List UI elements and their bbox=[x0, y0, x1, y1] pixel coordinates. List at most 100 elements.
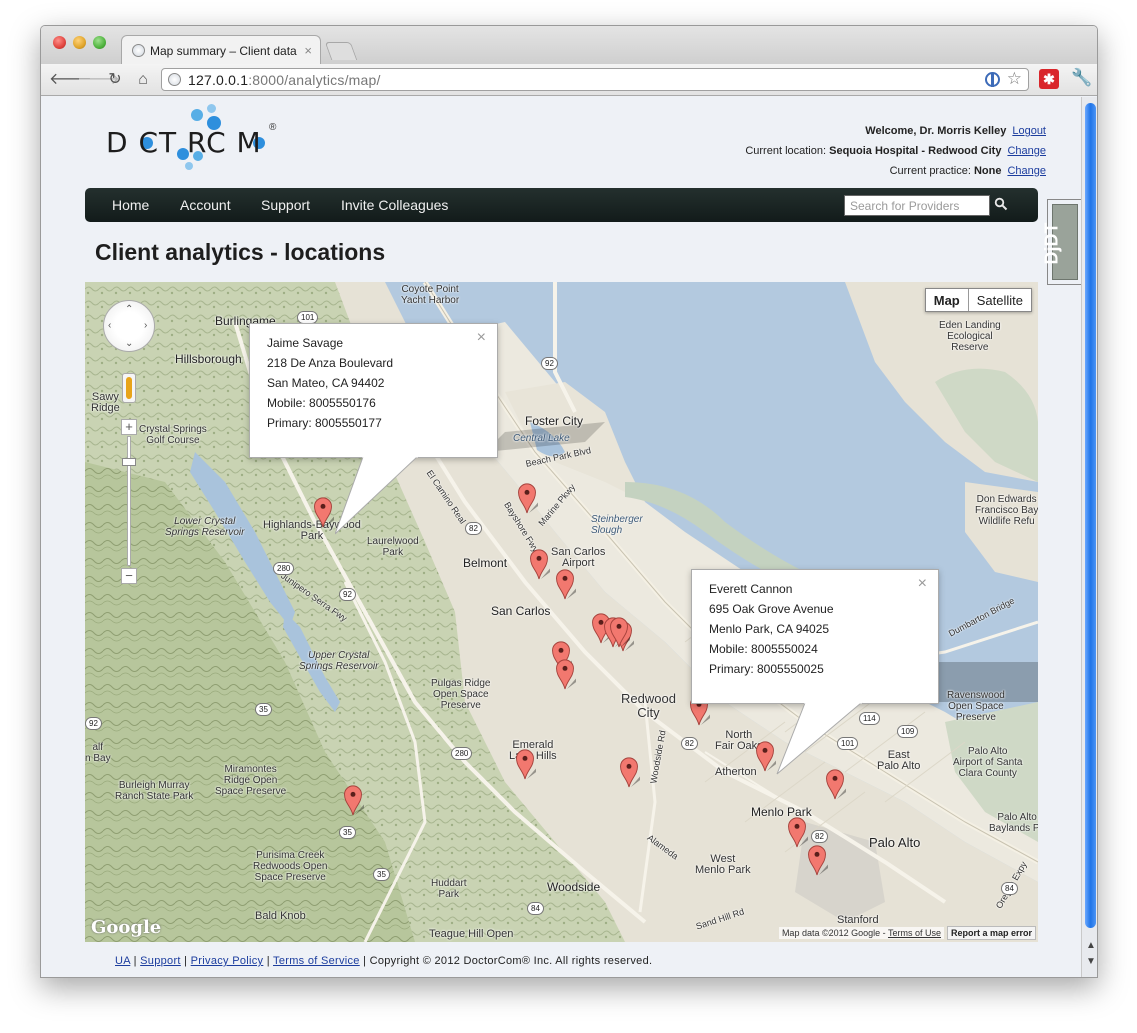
client-primary: Primary: 8005550177 bbox=[267, 416, 382, 430]
terms-of-use-link[interactable]: Terms of Use bbox=[888, 928, 941, 938]
client-location-marker[interactable] bbox=[786, 816, 808, 848]
report-map-error-link[interactable]: Report a map error bbox=[946, 926, 1036, 940]
label-hillsborough: Hillsborough bbox=[175, 352, 242, 366]
label-san-carlos: San Carlos bbox=[491, 604, 551, 618]
client-location-marker[interactable] bbox=[312, 496, 334, 528]
label-half-moon-bay: alf n Bay bbox=[85, 742, 111, 764]
scrollbar-thumb[interactable] bbox=[1085, 103, 1096, 928]
zoom-out-button[interactable]: − bbox=[121, 568, 137, 584]
info-window-tail bbox=[335, 456, 419, 535]
welcome-line: Welcome, Dr. Morris Kelley Logout bbox=[865, 125, 1046, 137]
close-tab-icon[interactable]: × bbox=[304, 43, 312, 58]
client-location-marker[interactable] bbox=[618, 756, 640, 788]
doctorcom-logo[interactable]: D CT RC M ® bbox=[103, 102, 283, 172]
label-redwood-city: Redwood City bbox=[621, 691, 676, 720]
pan-down-icon[interactable]: ⌄ bbox=[125, 338, 133, 349]
zoom-slider-thumb[interactable] bbox=[122, 458, 136, 466]
wrench-menu-icon[interactable]: 🔧 bbox=[1071, 68, 1092, 88]
pan-right-icon[interactable]: › bbox=[144, 320, 147, 331]
address-bar[interactable]: 127.0.0.1:8000/analytics/map/ ☆ bbox=[161, 68, 1029, 91]
close-window-button[interactable] bbox=[53, 36, 66, 49]
change-location-link[interactable]: Change bbox=[1007, 145, 1046, 157]
label-woodside: Woodside bbox=[547, 880, 601, 894]
extension-icon[interactable]: ✱ bbox=[1039, 69, 1059, 89]
route-shield: 280 bbox=[273, 562, 295, 575]
client-address: 695 Oak Grove Avenue bbox=[709, 602, 834, 616]
nav-account[interactable]: Account bbox=[180, 197, 231, 213]
zoom-window-button[interactable] bbox=[93, 36, 106, 49]
client-mobile: Mobile: 8005550176 bbox=[267, 396, 376, 410]
zoom-slider-track[interactable] bbox=[127, 436, 131, 566]
current-location-value: Sequoia Hospital - Redwood City bbox=[829, 145, 1002, 157]
zoom-in-button[interactable]: + bbox=[121, 419, 137, 435]
back-icon[interactable]: 🡐 bbox=[49, 70, 92, 90]
client-location-marker[interactable] bbox=[342, 784, 364, 816]
vertical-scrollbar[interactable]: ▲ ▼ bbox=[1081, 97, 1097, 977]
bookmark-star-icon[interactable]: ☆ bbox=[1007, 69, 1022, 89]
nav-support[interactable]: Support bbox=[261, 197, 310, 213]
nav-invite-colleagues[interactable]: Invite Colleagues bbox=[341, 197, 448, 213]
logout-link[interactable]: Logout bbox=[1012, 125, 1046, 137]
pegman-icon[interactable] bbox=[122, 373, 136, 403]
main-nav: Home Account Support Invite Colleagues S… bbox=[85, 188, 1038, 222]
reload-icon[interactable]: ↻ bbox=[105, 70, 125, 90]
pan-control[interactable]: ⌃ ⌄ ‹ › bbox=[103, 300, 155, 352]
client-city: Menlo Park, CA 94025 bbox=[709, 622, 830, 636]
info-window-close-icon[interactable]: × bbox=[477, 328, 486, 348]
label-huddart: Huddart Park bbox=[431, 878, 467, 900]
route-shield: 82 bbox=[681, 737, 698, 750]
route-shield: 84 bbox=[1001, 882, 1018, 895]
client-location-marker[interactable] bbox=[554, 658, 576, 690]
label-palo-alto-baylands: Palo Alto Baylands Pa bbox=[989, 812, 1038, 834]
footer-terms-link[interactable]: Terms of Service bbox=[273, 955, 360, 967]
client-location-marker[interactable] bbox=[806, 844, 828, 876]
client-locations-map[interactable]: Coyote Point Yacht Harbor Burlingame Hil… bbox=[85, 282, 1038, 942]
minimize-window-button[interactable] bbox=[73, 36, 86, 49]
pan-up-icon[interactable]: ⌃ bbox=[125, 304, 133, 315]
label-miramontes: Miramontes Ridge Open Space Preserve bbox=[215, 764, 287, 797]
change-practice-link[interactable]: Change bbox=[1007, 165, 1046, 177]
info-window-close-icon[interactable]: × bbox=[918, 574, 927, 594]
logo-text: D CT RC M bbox=[106, 126, 262, 159]
label-steinberger-slough: Steinberger Slough bbox=[591, 514, 643, 536]
client-location-marker[interactable] bbox=[528, 548, 550, 580]
page-content: D CT RC M ® Welcome, Dr. Morris Kelley Lo… bbox=[41, 97, 1081, 977]
pan-left-icon[interactable]: ‹ bbox=[108, 320, 111, 331]
search-icon[interactable] bbox=[994, 197, 1008, 211]
client-mobile: Mobile: 8005550024 bbox=[709, 642, 818, 656]
info-window-jaime-savage: × Jaime Savage 218 De Anza Boulevard San… bbox=[249, 323, 498, 458]
client-location-marker[interactable] bbox=[754, 740, 776, 772]
scroll-up-icon[interactable]: ▲ bbox=[1086, 940, 1096, 951]
route-shield: 82 bbox=[465, 522, 482, 535]
map-type-map-button[interactable]: Map bbox=[926, 289, 969, 311]
route-shield: 280 bbox=[451, 747, 473, 760]
browser-toolbar: 🡐 🡒 ↻ ⌂ 127.0.0.1:8000/analytics/map/ ☆ … bbox=[41, 64, 1097, 96]
footer-support-link[interactable]: Support bbox=[140, 955, 181, 967]
footer-ua-link[interactable]: UA bbox=[115, 955, 130, 967]
label-west-menlo-park: West Menlo Park bbox=[695, 853, 751, 876]
scroll-down-icon[interactable]: ▼ bbox=[1086, 956, 1096, 967]
forward-icon[interactable]: 🡒 bbox=[77, 70, 120, 90]
map-type-satellite-button[interactable]: Satellite bbox=[969, 289, 1031, 311]
new-tab-button[interactable] bbox=[324, 42, 358, 60]
current-location-line: Current location: Sequoia Hospital - Red… bbox=[745, 145, 1046, 157]
home-icon[interactable]: ⌂ bbox=[133, 70, 153, 90]
route-shield: 35 bbox=[255, 703, 272, 716]
client-location-marker[interactable] bbox=[516, 482, 538, 514]
client-city: San Mateo, CA 94402 bbox=[267, 376, 385, 390]
label-lower-crystal: Lower Crystal Springs Reservoir bbox=[165, 516, 245, 538]
nav-home[interactable]: Home bbox=[112, 197, 149, 213]
client-location-marker[interactable] bbox=[554, 568, 576, 600]
map-attribution: Map data ©2012 Google - Terms of Use bbox=[778, 927, 944, 939]
client-location-marker[interactable] bbox=[608, 616, 630, 648]
footer-copyright: | Copyright © 2012 DoctorCom® Inc. All r… bbox=[359, 955, 653, 967]
provider-search-input[interactable]: Search for Providers bbox=[844, 195, 990, 216]
label-pulgas-ridge: Pulgas Ridge Open Space Preserve bbox=[431, 678, 491, 711]
google-logo[interactable]: Google bbox=[91, 917, 161, 938]
extension-sync-icon[interactable] bbox=[985, 72, 1000, 87]
tab-map-summary[interactable]: Map summary – Client data × bbox=[121, 35, 321, 65]
footer-privacy-link[interactable]: Privacy Policy bbox=[191, 955, 264, 967]
django-debug-toolbar-handle[interactable]: DjDT bbox=[1042, 199, 1081, 285]
label-stanford: Stanford bbox=[837, 914, 879, 926]
client-location-marker[interactable] bbox=[514, 748, 536, 780]
